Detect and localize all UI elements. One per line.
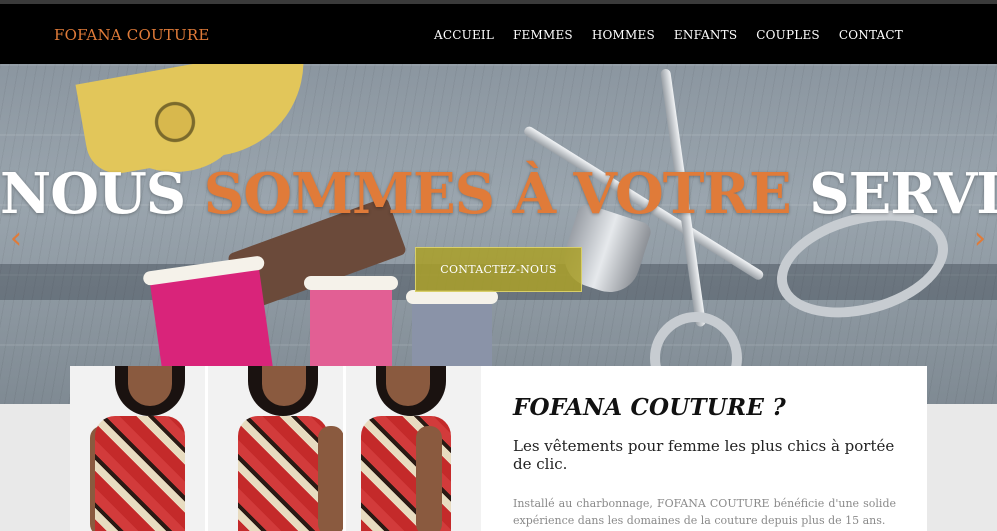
measuring-tape-roll-image bbox=[110, 72, 240, 172]
about-text: FOFANA COUTURE ? Les vêtements pour femm… bbox=[513, 394, 896, 529]
nav-item-enfants[interactable]: ENFANTS bbox=[674, 28, 737, 42]
nav-item-accueil[interactable]: ACCUEIL bbox=[434, 28, 494, 42]
hero-title-part1: NOUS bbox=[0, 161, 204, 227]
hero-title: NOUS SOMMES À VOTRE SERVICE bbox=[0, 161, 997, 227]
carousel-prev-icon[interactable]: ‹ bbox=[5, 224, 27, 254]
nav-item-couples[interactable]: COUPLES bbox=[756, 28, 820, 42]
model-dress bbox=[95, 416, 185, 531]
nav-item-contact[interactable]: CONTACT bbox=[839, 28, 903, 42]
dress-photo-gallery bbox=[70, 366, 481, 531]
about-tagline: Les vêtements pour femme les plus chics … bbox=[513, 437, 895, 473]
contact-us-button[interactable]: CONTACTEZ-NOUS bbox=[415, 247, 582, 292]
model-dress bbox=[238, 416, 328, 531]
about-paragraph: Installé au charbonnage, FOFANA COUTURE … bbox=[513, 497, 896, 527]
nav-item-hommes[interactable]: HOMMES bbox=[592, 28, 655, 42]
hero-title-accent: SOMMES À VOTRE bbox=[203, 161, 792, 227]
model-arm bbox=[416, 426, 442, 531]
nav-item-femmes[interactable]: FEMMES bbox=[513, 28, 573, 42]
about-card: FOFANA COUTURE ? Les vêtements pour femm… bbox=[70, 366, 927, 531]
navbar: FOFANA COUTURE ACCUEIL FEMMES HOMMES ENF… bbox=[0, 4, 997, 64]
brand-logo-link[interactable]: FOFANA COUTURE bbox=[54, 26, 209, 44]
model-arm bbox=[318, 426, 343, 531]
main-nav: ACCUEIL FEMMES HOMMES ENFANTS COUPLES CO… bbox=[434, 28, 903, 42]
dress-photo bbox=[70, 366, 205, 531]
hero-title-part3: SERVICE bbox=[809, 161, 997, 227]
dress-photo bbox=[346, 366, 481, 531]
hero-carousel: NOUS SOMMES À VOTRE SERVICE CONTACTEZ-NO… bbox=[0, 64, 997, 404]
carousel-next-icon[interactable]: › bbox=[969, 224, 991, 254]
about-heading: FOFANA COUTURE ? bbox=[513, 394, 786, 421]
dress-photo bbox=[208, 366, 343, 531]
